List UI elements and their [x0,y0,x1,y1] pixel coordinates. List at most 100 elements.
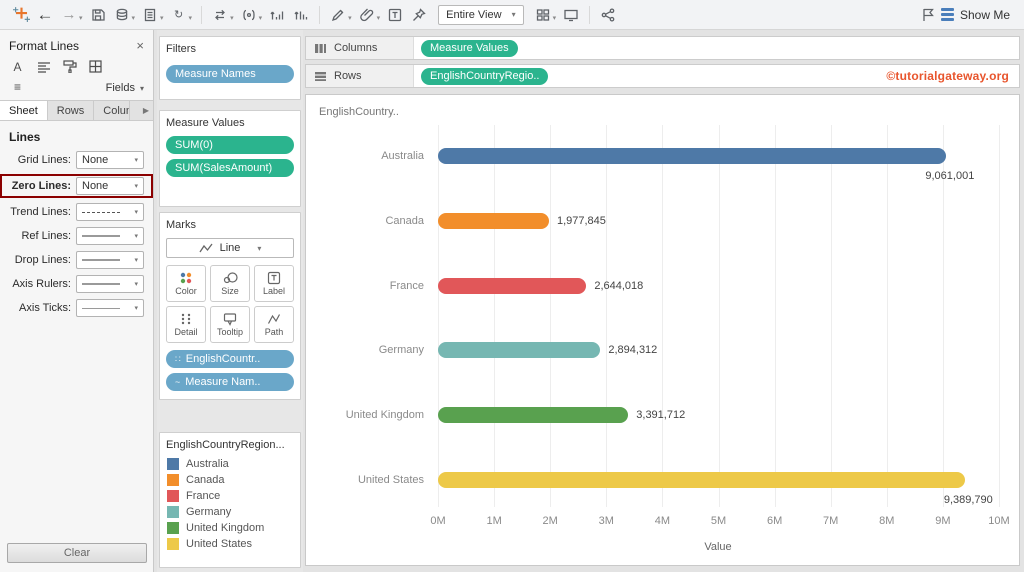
format-link-caret-icon[interactable]: ▾ [377,14,381,22]
new-worksheet-caret-icon[interactable]: ▾ [160,14,164,22]
rows-pill-englishcountryregion[interactable]: EnglishCountryRegio.. [421,67,549,85]
caret-down-icon: ▾ [134,233,138,240]
pill-label: SUM(0) [175,139,213,151]
rows-shelf-label: Rows [306,65,414,87]
path-button[interactable]: Path [254,306,294,343]
show-hide-cards-icon[interactable] [532,3,554,27]
format-row-dropdown[interactable]: None ▾ [76,151,144,169]
highlight-caret-icon[interactable]: ▾ [348,14,352,22]
bar-australia[interactable] [438,148,947,164]
detail-button[interactable]: Detail [166,306,206,343]
group-caret-icon[interactable]: ▾ [259,14,263,22]
format-row-grid-lines: Grid Lines: None ▾ [0,148,153,172]
swap-caret-icon[interactable]: ▾ [230,14,234,22]
bar-canada[interactable] [438,212,549,229]
format-row-label: Grid Lines: [17,154,71,166]
rows-shelf[interactable]: Rows EnglishCountryRegio.. ©tutorialgate… [305,64,1020,88]
show-hide-cards-caret-icon[interactable]: ▾ [553,14,557,22]
undo-icon[interactable]: ← [34,3,56,27]
borders-icon[interactable] [87,59,104,74]
line-style-preview [82,283,120,285]
close-icon[interactable]: × [136,38,144,53]
color-button-label: Color [175,286,197,296]
filter-pill-measure-names[interactable]: Measure Names [166,65,294,83]
highlight-icon[interactable] [327,3,349,27]
tab-sheet[interactable]: Sheet [0,101,48,120]
format-row-dropdown[interactable]: ▾ [76,251,144,269]
legend-swatch [167,474,179,486]
tab-scroll-right-icon[interactable]: ▶ [139,101,153,120]
x-tick-label: 10M [988,515,1010,527]
format-row-dropdown[interactable]: ▾ [76,203,144,221]
refresh-caret-icon[interactable]: ▾ [189,14,193,22]
measure-pill-sum0[interactable]: SUM(0) [166,136,294,154]
legend-item-australia[interactable]: Australia [167,458,293,470]
legend-label: Canada [186,474,225,486]
category-label-united-states: United States [357,474,424,486]
bar-germany[interactable] [438,342,601,359]
toolbar-separator [319,5,321,24]
redo-icon[interactable]: → [58,3,80,27]
fix-axes-icon[interactable] [408,3,430,27]
caret-down-icon: ▾ [134,209,138,216]
size-button[interactable]: Size [210,265,250,302]
lines-section-title: Lines [9,130,41,144]
show-me-button[interactable]: Show Me [940,8,1010,22]
tooltip-icon [223,313,237,326]
refresh-icon[interactable]: ↻ [168,3,190,27]
legend-item-canada[interactable]: Canada [167,474,293,486]
legend-item-france[interactable]: France [167,490,293,502]
sort-descending-icon[interactable] [290,3,312,27]
save-icon[interactable] [87,3,109,27]
x-tick-label: 2M [542,515,558,527]
new-worksheet-icon[interactable] [139,3,161,27]
show-mark-labels-icon[interactable] [384,3,406,27]
format-row-dropdown[interactable]: ▾ [76,299,144,317]
tooltip-button[interactable]: Tooltip [210,306,250,343]
format-row-dropdown[interactable]: ▾ [76,227,144,245]
redo-caret-icon[interactable]: ▾ [79,14,83,22]
swap-rows-columns-icon[interactable] [209,3,231,27]
columns-shelf[interactable]: Columns Measure Values [305,36,1020,60]
presentation-mode-icon[interactable] [560,3,582,27]
sort-ascending-icon[interactable] [266,3,288,27]
tab-columns[interactable]: Columns [94,101,131,120]
gridline [606,125,608,507]
tab-rows[interactable]: Rows [48,101,95,120]
gridline [494,125,496,507]
bar-united-kingdom[interactable] [438,407,629,424]
path-button-label: Path [264,327,284,337]
format-row-dropdown[interactable]: ▾ [76,275,144,293]
format-row-dropdown[interactable]: None ▾ [76,177,144,195]
format-row-trend-lines: Trend Lines: ▾ [0,200,153,224]
bar-united-states[interactable] [438,472,965,488]
clear-button[interactable]: Clear [7,543,147,563]
mark-type-select[interactable]: Line ▾ [166,238,294,258]
marks-pill-englishcountry[interactable]: ∷ EnglishCountr.. [166,350,294,368]
fields-dropdown[interactable]: Fields ▾ [106,82,144,94]
legend-item-united-states[interactable]: United States [167,538,293,550]
new-data-source-icon[interactable] [111,3,133,27]
tableau-logo[interactable] [10,3,32,27]
color-button[interactable]: Color [166,265,206,302]
caret-down-icon: ▾ [134,257,138,264]
measure-pill-sum-salesamount[interactable]: SUM(SalesAmount) [166,159,294,177]
legend-swatch [167,490,179,502]
alignment-icon[interactable] [35,59,52,74]
share-icon[interactable] [597,3,619,27]
new-data-source-caret-icon[interactable]: ▾ [132,14,136,22]
marks-pill-measure-names[interactable]: ~ Measure Nam.. [166,373,294,391]
font-icon[interactable]: A [9,59,26,74]
legend-item-united-kingdom[interactable]: United Kingdom [167,522,293,534]
lines-icon[interactable]: ≡ [9,79,26,94]
bar-france[interactable] [438,277,587,294]
label-button[interactable]: Label [254,265,294,302]
shading-icon[interactable] [61,59,78,74]
columns-pill-measure-values[interactable]: Measure Values [421,39,518,57]
tooltip-flag-icon[interactable] [917,3,939,27]
fit-view-select[interactable]: Entire View ▾ [438,4,524,25]
legend-item-germany[interactable]: Germany [167,506,293,518]
category-label-australia: Australia [381,150,424,162]
group-members-icon[interactable] [238,3,260,27]
format-link-icon[interactable] [356,3,378,27]
